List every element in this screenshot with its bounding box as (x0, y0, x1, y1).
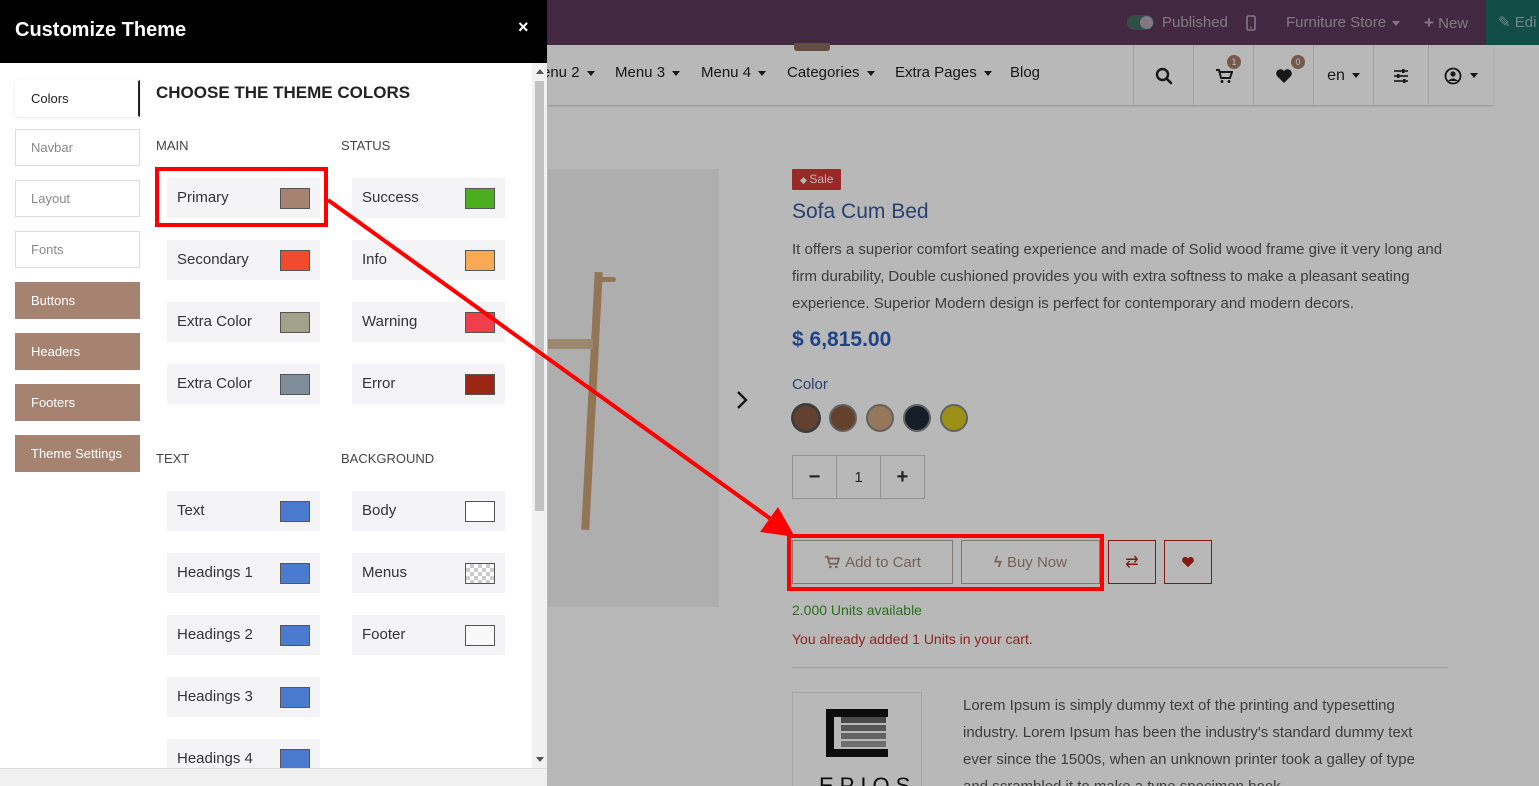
color-row-info: Info (352, 240, 505, 280)
color-label: Extra Color (177, 313, 253, 330)
color-row-secondary: Secondary (167, 240, 320, 280)
color-chip[interactable] (465, 374, 495, 395)
color-label: Secondary (177, 251, 249, 268)
group-label-text: TEXT (156, 451, 190, 466)
color-chip[interactable] (465, 188, 495, 209)
color-row-headings-1: Headings 1 (167, 553, 320, 593)
color-chip[interactable] (280, 625, 310, 646)
color-label: Menus (362, 564, 408, 581)
color-label: Headings 2 (177, 626, 253, 643)
color-chip[interactable] (465, 312, 495, 333)
color-chip[interactable] (280, 374, 310, 395)
color-chip[interactable] (465, 250, 495, 271)
color-chip[interactable] (465, 501, 495, 522)
highlight-primary-color (155, 167, 328, 227)
tab-footers[interactable]: Footers (15, 384, 140, 421)
color-row-footer: Footer (352, 615, 505, 655)
group-label-main: MAIN (156, 138, 189, 153)
color-label: Info (362, 251, 388, 268)
panel-scrollbar[interactable] (532, 63, 547, 768)
color-label: Headings 1 (177, 564, 253, 581)
color-chip[interactable] (280, 749, 310, 770)
color-label: Error (362, 375, 396, 392)
panel-footer (0, 768, 547, 786)
color-chip[interactable] (465, 563, 495, 584)
tab-fonts[interactable]: Fonts (15, 231, 140, 268)
color-row-headings-2: Headings 2 (167, 615, 320, 655)
color-row-success: Success (352, 178, 505, 218)
scrollbar-thumb[interactable] (535, 81, 544, 511)
customize-theme-panel: Customize Theme × Colors Navbar Layout F… (0, 0, 547, 786)
color-label: Warning (362, 313, 418, 330)
tab-headers[interactable]: Headers (15, 333, 140, 370)
scroll-up-icon[interactable] (536, 69, 544, 74)
panel-header: Customize Theme × (0, 0, 547, 63)
color-chip[interactable] (465, 625, 495, 646)
color-chip[interactable] (280, 501, 310, 522)
color-label: Success (362, 189, 419, 206)
tab-layout[interactable]: Layout (15, 180, 140, 217)
color-row-menus: Menus (352, 553, 505, 593)
close-icon[interactable]: × (518, 17, 529, 38)
color-label: Headings 4 (177, 750, 253, 767)
color-row-error: Error (352, 364, 505, 404)
group-label-status: STATUS (341, 138, 391, 153)
scroll-down-icon[interactable] (536, 757, 544, 762)
highlight-cart-buttons (787, 534, 1104, 591)
color-label: Text (177, 502, 205, 519)
color-label: Headings 3 (177, 688, 253, 705)
color-row-headings-3: Headings 3 (167, 677, 320, 717)
color-row-body: Body (352, 491, 505, 531)
tab-buttons[interactable]: Buttons (15, 282, 140, 319)
panel-title: Customize Theme (15, 19, 187, 41)
color-chip[interactable] (280, 312, 310, 333)
tab-colors[interactable]: Colors (15, 80, 140, 117)
color-row-warning: Warning (352, 302, 505, 342)
color-label: Extra Color (177, 375, 253, 392)
color-chip[interactable] (280, 563, 310, 584)
color-row-extra-color: Extra Color (167, 364, 320, 404)
group-label-background: BACKGROUND (341, 451, 435, 466)
section-heading: CHOOSE THE THEME COLORS (156, 83, 411, 102)
color-label: Body (362, 502, 397, 519)
color-chip[interactable] (280, 250, 310, 271)
tab-navbar[interactable]: Navbar (15, 129, 140, 166)
color-chip[interactable] (280, 687, 310, 708)
color-row-extra-color: Extra Color (167, 302, 320, 342)
color-row-text: Text (167, 491, 320, 531)
color-label: Footer (362, 626, 406, 643)
tab-theme-settings[interactable]: Theme Settings (15, 435, 140, 472)
